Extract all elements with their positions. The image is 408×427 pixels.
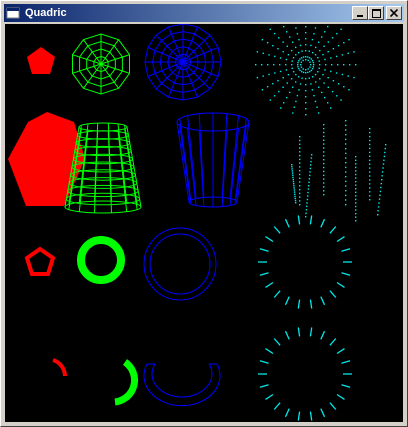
partial-disk-green bbox=[114, 359, 138, 406]
sphere-wireframe-blue bbox=[144, 24, 222, 101]
partial-disk-blue bbox=[143, 363, 221, 407]
cylinder-wireframe-blue bbox=[176, 112, 250, 208]
partial-disk-dashes-cyan bbox=[258, 327, 352, 421]
ring-wire-blue bbox=[143, 227, 217, 301]
cylinder-points-cyan bbox=[291, 120, 387, 222]
title-bar[interactable]: Quadric bbox=[4, 4, 404, 22]
maximize-icon bbox=[371, 8, 381, 18]
close-icon bbox=[390, 9, 398, 17]
minimize-icon bbox=[357, 15, 363, 17]
app-window-icon bbox=[6, 7, 20, 19]
minimize-button[interactable] bbox=[352, 6, 368, 20]
sphere-points-cyan bbox=[255, 25, 357, 116]
disk-fill-small bbox=[27, 47, 55, 74]
partial-disk-red bbox=[52, 358, 67, 377]
sphere-wireframe-green bbox=[72, 33, 130, 95]
maximize-button[interactable] bbox=[368, 6, 384, 20]
window-title: Quadric bbox=[25, 7, 67, 19]
ring-outline-red bbox=[24, 246, 56, 276]
application-window: Quadric bbox=[0, 0, 408, 427]
ring-dashes-cyan bbox=[258, 215, 352, 309]
ring-fill-green bbox=[77, 236, 125, 284]
close-button[interactable] bbox=[386, 6, 402, 20]
opengl-canvas[interactable] bbox=[5, 24, 403, 422]
